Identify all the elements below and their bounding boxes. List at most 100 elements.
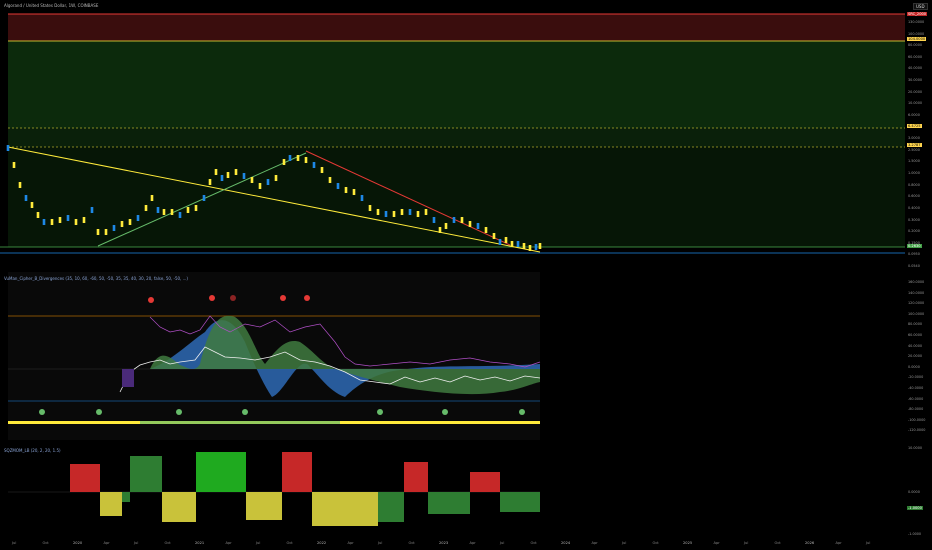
time-tick: 2025 — [683, 541, 693, 545]
time-tick: Oct — [164, 541, 171, 545]
currency-button[interactable]: USD — [913, 3, 928, 10]
time-tick: Apr — [103, 541, 110, 545]
time-tick: Apr — [469, 541, 476, 545]
candle — [24, 195, 28, 201]
buy-dot — [39, 409, 45, 415]
oscillator-tick: 60.0000 — [908, 333, 923, 337]
candle — [444, 223, 448, 229]
price-tick: 0.8000 — [908, 182, 920, 187]
oscillator-tick: 140.0000 — [908, 290, 925, 295]
momentum-bar — [196, 452, 246, 492]
momentum-bar — [70, 464, 100, 492]
candle — [258, 183, 262, 189]
candle — [492, 233, 496, 239]
time-axis[interactable]: Jul Oct 2020 Apr Jul Oct 2021 Apr Jul Oct 2022 Apr J… — [0, 536, 905, 550]
buy-dot — [442, 409, 448, 415]
momentum-bar — [246, 492, 282, 520]
price-tick: 6.0000 — [908, 112, 920, 117]
oscillator-tick: -120.0000 — [908, 428, 926, 433]
momentum-bar — [130, 456, 162, 492]
oscillator-tick: 0.0000 — [908, 364, 920, 369]
candle — [36, 212, 40, 218]
candle — [304, 157, 308, 163]
candle — [82, 217, 86, 223]
buy-dot — [519, 409, 525, 415]
candle — [528, 245, 532, 251]
price-tick: 3.0000 — [908, 136, 920, 141]
candle — [266, 179, 270, 185]
candle — [226, 172, 230, 178]
time-tick: 2022 — [317, 541, 327, 545]
price-tick: 40.0000 — [908, 66, 923, 71]
momentum-axis[interactable]: 10.0000 0.0000 -1.0000 -1.0000 — [905, 444, 932, 536]
time-tick: Jul — [378, 541, 383, 545]
trend-bar-green — [140, 421, 340, 424]
candle — [504, 237, 508, 243]
time-tick: Jul — [134, 541, 139, 545]
candle — [162, 209, 166, 215]
time-tick: Oct — [774, 541, 781, 545]
time-tick: Jul — [12, 541, 17, 545]
candle — [376, 209, 380, 215]
sell-dot — [280, 295, 286, 301]
candle — [516, 241, 520, 247]
candle — [12, 162, 16, 168]
time-tick: Jul — [866, 541, 871, 545]
momentum-pane[interactable]: SQZMOM_LB (20, 2, 20, 1.5) — [0, 444, 905, 536]
time-tick: Jul — [256, 541, 261, 545]
price-tag: SRC_2000 — [907, 12, 928, 16]
buy-dot — [242, 409, 248, 415]
candle — [296, 155, 300, 161]
candle — [186, 207, 190, 213]
momentum-chart[interactable] — [0, 444, 905, 536]
candle — [368, 205, 372, 211]
price-tick: 0.6000 — [908, 194, 920, 199]
time-tick: Apr — [225, 541, 232, 545]
candle — [312, 162, 316, 168]
price-tick: 1.0000 — [908, 171, 920, 176]
purple-block — [122, 369, 134, 387]
time-tick: Apr — [713, 541, 720, 545]
oscillator-title: VuMan_Cipher_B_Divergences (35, 10, 60, … — [4, 276, 188, 281]
momentum-bar — [378, 492, 404, 522]
candle — [42, 219, 46, 225]
candle — [128, 219, 132, 225]
price-tick: 0.0950 — [908, 252, 920, 257]
time-tick: Oct — [286, 541, 293, 545]
candle — [476, 223, 480, 229]
price-tag: 3.2787 — [907, 143, 922, 147]
oscillator-axis[interactable]: 160.0000 140.0000 120.0000 100.0000 80.0000 6… — [905, 272, 932, 442]
momentum-histogram — [70, 452, 540, 526]
price-chart[interactable] — [0, 0, 905, 270]
candle — [288, 155, 292, 161]
candle — [104, 229, 108, 235]
price-tick: 60.0000 — [908, 54, 923, 59]
candle — [90, 207, 94, 213]
momentum-bar — [428, 492, 470, 514]
oscillator-pane[interactable]: VuMan_Cipher_B_Divergences (35, 10, 60, … — [0, 272, 905, 442]
candle — [432, 217, 436, 223]
oscillator-tick: 100.0000 — [908, 311, 925, 316]
time-tick: 2023 — [439, 541, 449, 545]
time-tick: 2024 — [561, 541, 571, 545]
momentum-bar — [282, 452, 312, 492]
candle — [534, 244, 538, 250]
time-tick: Jul — [622, 541, 627, 545]
candle — [360, 195, 364, 201]
candle — [150, 195, 154, 201]
price-pane[interactable]: Algorand / United States Dollar, 1W, COI… — [0, 0, 905, 270]
candle — [30, 202, 34, 208]
momentum-tick: -1.0000 — [908, 532, 922, 536]
candle — [400, 209, 404, 215]
candle — [344, 187, 348, 193]
candle — [96, 229, 100, 235]
momentum-tick: 0.0000 — [908, 490, 920, 494]
oscillator-tick: -20.0000 — [908, 375, 924, 380]
price-axis[interactable]: 130.0000 100.0000 80.0000 60.0000 40.0000 30.… — [905, 0, 932, 270]
candle — [468, 221, 472, 227]
candle — [336, 183, 340, 189]
oscillator-chart[interactable] — [0, 272, 905, 442]
candle — [416, 211, 420, 217]
momentum-bar — [100, 492, 122, 516]
candle — [522, 243, 526, 249]
